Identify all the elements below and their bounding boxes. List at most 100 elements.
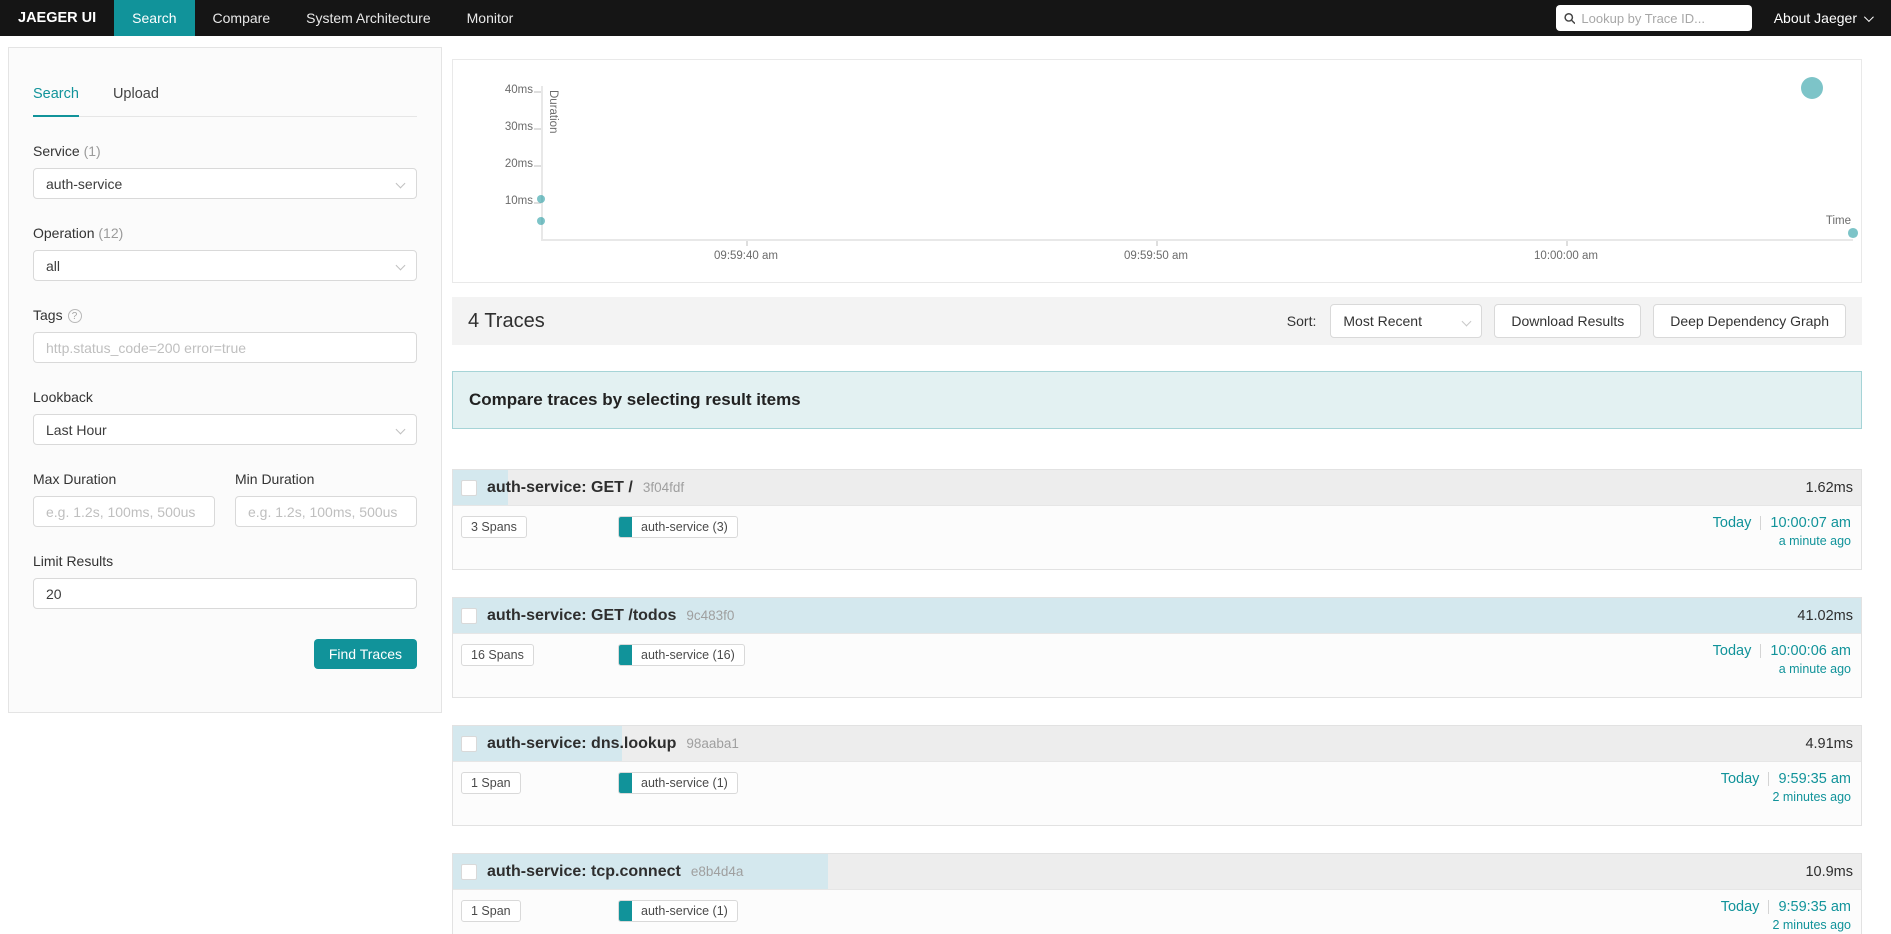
trace-lookup-input[interactable] <box>1581 10 1744 26</box>
trace-result-item: auth-service: dns.lookup 98aaba1 4.91ms … <box>452 725 1862 826</box>
about-jaeger-label: About Jaeger <box>1773 10 1857 26</box>
trace-result-item: auth-service: GET /todos 9c483f0 41.02ms… <box>452 597 1862 698</box>
search-sidebar: Search Upload Service (1) auth-service O… <box>8 47 442 713</box>
jaeger-search-page: JAEGER UI Search Compare System Architectu… <box>0 0 1891 934</box>
trace-select-checkbox[interactable] <box>461 863 477 880</box>
min-duration-input[interactable] <box>235 496 417 527</box>
x-axis-line <box>541 239 1853 241</box>
chevron-down-icon <box>395 178 406 189</box>
trace-time: 9:59:35 am <box>1778 771 1851 787</box>
trace-result-body[interactable]: 1 Span auth-service (1) Today 9:59:35 am… <box>453 761 1861 825</box>
sort-select[interactable]: Most Recent <box>1330 304 1483 338</box>
download-results-button[interactable]: Download Results <box>1494 304 1642 338</box>
trace-result-body[interactable]: 1 Span auth-service (1) Today 9:59:35 am… <box>453 889 1861 934</box>
limit-results-input[interactable] <box>33 578 417 609</box>
x-tick-label: 09:59:40 am <box>714 250 778 262</box>
trace-result-header[interactable]: auth-service: GET /todos 9c483f0 41.02ms <box>453 598 1861 633</box>
chevron-down-icon <box>1461 316 1472 327</box>
lookback-select[interactable]: Last Hour <box>33 414 417 445</box>
trace-id: 3f04fdf <box>642 480 685 495</box>
service-color-swatch <box>619 773 632 793</box>
trace-day: Today <box>1712 643 1752 659</box>
nav-item-search[interactable]: Search <box>114 0 195 36</box>
y-tick-label: 40ms <box>504 84 533 97</box>
tags-input[interactable] <box>33 332 417 363</box>
x-axis-title: Time <box>1825 215 1851 227</box>
nav-item-compare[interactable]: Compare <box>195 0 289 36</box>
help-icon[interactable]: ? <box>67 309 82 323</box>
chevron-down-icon <box>395 260 406 271</box>
max-duration-label: Max Duration <box>33 471 117 487</box>
trace-id: 9c483f0 <box>686 608 735 623</box>
trace-title: auth-service: tcp.connect <box>487 862 681 880</box>
deep-dependency-graph-button[interactable]: Deep Dependency Graph <box>1653 304 1846 338</box>
operation-select-value: all <box>46 257 61 274</box>
timestamp-divider <box>1768 772 1770 786</box>
trace-select-checkbox[interactable] <box>461 735 477 752</box>
tab-upload[interactable]: Upload <box>113 86 159 116</box>
y-axis-title: Duration <box>547 90 559 134</box>
y-tick-label: 20ms <box>504 158 533 171</box>
trace-result-body[interactable]: 3 Spans auth-service (3) Today 10:00:07 … <box>453 505 1861 569</box>
trace-select-checkbox[interactable] <box>461 479 477 496</box>
search-icon <box>1564 12 1576 24</box>
span-count-tag: 1 Span <box>461 772 521 794</box>
trace-result-body[interactable]: 16 Spans auth-service (16) Today 10:00:0… <box>453 633 1861 697</box>
service-color-swatch <box>619 517 632 537</box>
trace-duration: 4.91ms <box>1805 735 1853 752</box>
x-tick-mark <box>746 241 748 246</box>
trace-relative-time: 2 minutes ago <box>1772 918 1851 932</box>
app-brand: JAEGER UI <box>18 10 97 26</box>
trace-duration: 41.02ms <box>1797 607 1853 624</box>
timestamp-divider <box>1760 516 1762 530</box>
timestamp-divider <box>1768 900 1770 914</box>
operation-select[interactable]: all <box>33 250 417 281</box>
service-tag: auth-service (1) <box>618 900 738 922</box>
max-duration-input[interactable] <box>33 496 215 527</box>
results-header: 4 Traces Sort: Most Recent Download Resu… <box>452 297 1862 345</box>
y-tick-mark <box>534 128 541 130</box>
trace-result-item: auth-service: GET / 3f04fdf 1.62ms 3 Spa… <box>452 469 1862 570</box>
nav-menu: Search Compare System Architecture Monitor <box>114 0 531 36</box>
tab-search[interactable]: Search <box>33 86 79 117</box>
service-select[interactable]: auth-service <box>33 168 417 199</box>
scatter-point[interactable] <box>1848 228 1858 238</box>
chevron-down-icon <box>1863 11 1874 22</box>
trace-result-list: auth-service: GET / 3f04fdf 1.62ms 3 Spa… <box>452 469 1862 934</box>
lookback-label: Lookback <box>33 389 93 405</box>
about-jaeger-menu[interactable]: About Jaeger <box>1773 10 1874 26</box>
duration-scatterplot: 40ms 30ms 20ms 10ms 09:59:40 am 09:59:50 am 10… <box>452 59 1862 283</box>
trace-day: Today <box>1712 515 1752 531</box>
results-column: 40ms 30ms 20ms 10ms 09:59:40 am 09:59:50 am 10… <box>452 47 1862 934</box>
trace-count: 4 Traces <box>468 309 545 332</box>
sidebar-tabs: Search Upload <box>33 48 417 117</box>
trace-relative-time: 2 minutes ago <box>1772 790 1851 804</box>
trace-result-header[interactable]: auth-service: dns.lookup 98aaba1 4.91ms <box>453 726 1861 761</box>
sort-label: Sort: <box>1286 313 1317 329</box>
trace-result-header[interactable]: auth-service: tcp.connect e8b4d4a 10.9ms <box>453 854 1861 889</box>
x-tick-label: 10:00:00 am <box>1534 250 1598 262</box>
trace-select-checkbox[interactable] <box>461 607 477 624</box>
results-controls: Sort: Most Recent Download Results Deep … <box>1287 304 1846 338</box>
span-count-tag: 3 Spans <box>461 516 527 538</box>
y-tick-label: 30ms <box>504 121 533 134</box>
trace-time: 10:00:07 am <box>1770 515 1851 531</box>
trace-duration: 1.62ms <box>1805 479 1853 496</box>
nav-item-monitor[interactable]: Monitor <box>449 0 532 36</box>
trace-title: auth-service: GET /todos <box>487 606 677 624</box>
find-traces-button[interactable]: Find Traces <box>313 639 417 669</box>
trace-title: auth-service: GET / <box>487 478 633 496</box>
y-tick-label: 10ms <box>504 195 533 208</box>
span-count-tag: 16 Spans <box>461 644 534 666</box>
trace-duration: 10.9ms <box>1805 863 1853 880</box>
trace-lookup-box[interactable] <box>1555 5 1752 31</box>
trace-timestamp: Today 10:00:06 am a minute ago <box>1713 643 1851 676</box>
y-tick-mark <box>534 165 541 167</box>
trace-result-header[interactable]: auth-service: GET / 3f04fdf 1.62ms <box>453 470 1861 505</box>
scatter-point[interactable] <box>537 216 545 225</box>
nav-item-system-architecture[interactable]: System Architecture <box>288 0 449 36</box>
scatter-point[interactable] <box>537 194 545 203</box>
scatter-point[interactable] <box>1801 76 1823 99</box>
trace-day: Today <box>1720 771 1760 787</box>
trace-id: e8b4d4a <box>690 864 744 879</box>
